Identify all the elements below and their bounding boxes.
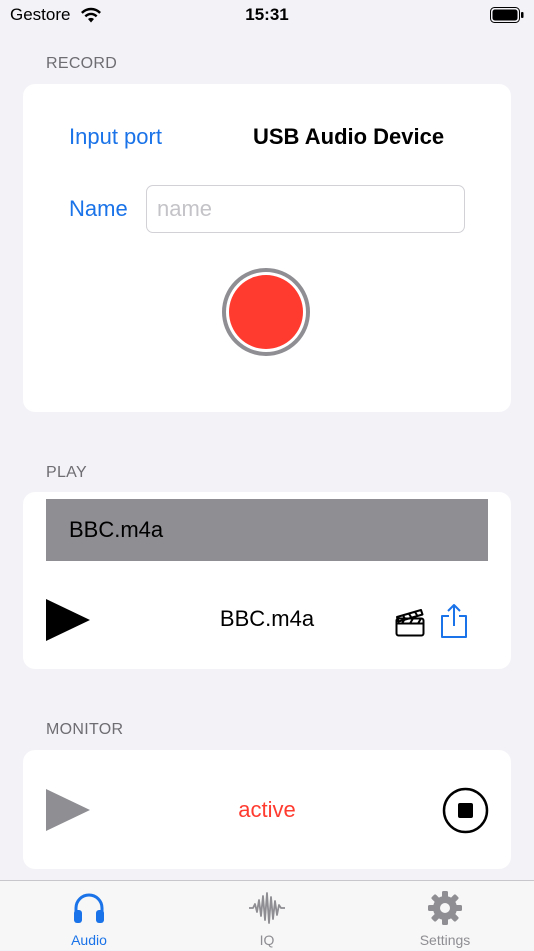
waveform-icon [249,892,285,924]
monitor-status: active [238,797,296,822]
share-icon[interactable] [438,602,470,640]
battery-icon [490,7,524,23]
gear-icon [428,891,462,925]
headphones-icon [74,893,104,923]
file-name: BBC.m4a [69,517,164,542]
play-section-header: PLAY [46,464,87,481]
play-icon[interactable] [45,598,91,642]
stop-icon[interactable] [442,787,489,834]
tab-iq[interactable]: IQ [178,881,356,951]
input-port-label[interactable]: Input port [69,124,162,150]
monitor-section-header: MONITOR [46,721,124,738]
clapperboard-icon[interactable] [394,606,426,638]
record-button[interactable] [222,268,310,356]
tab-label: Audio [71,932,107,948]
file-list-item[interactable]: BBC.m4a [46,499,488,561]
tab-bar: Audio IQ Settings [0,880,534,950]
record-icon [229,275,303,349]
name-input[interactable] [146,185,465,233]
monitor-play-icon[interactable] [45,788,91,832]
tab-label: IQ [259,932,275,948]
tab-label: Settings [419,932,471,948]
name-label: Name [69,196,128,221]
tab-audio[interactable]: Audio [0,881,178,951]
tab-settings[interactable]: Settings [356,881,534,951]
now-playing-file: BBC.m4a [219,606,315,631]
status-time: 15:31 [245,5,289,24]
input-port-value[interactable]: USB Audio Device [253,124,444,150]
record-section-header: RECORD [46,55,118,72]
